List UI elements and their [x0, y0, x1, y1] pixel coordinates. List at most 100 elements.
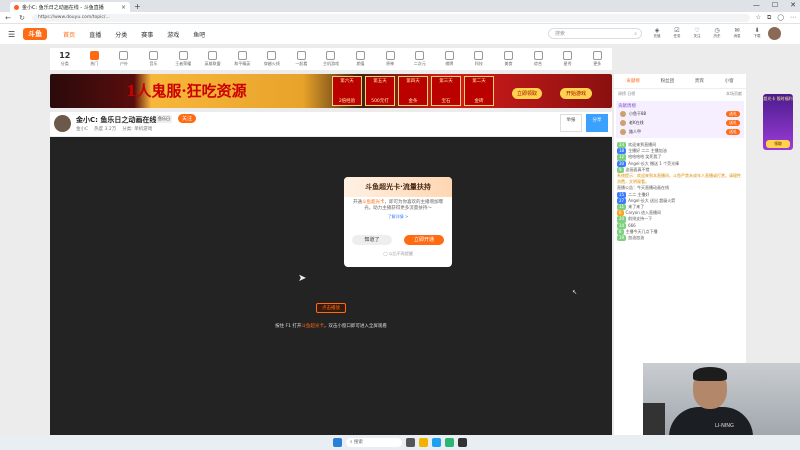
search-input[interactable]: 搜索 ⌕ — [548, 28, 642, 39]
tab-mini[interactable]: 小窗 — [725, 78, 734, 84]
chat-text: 加油加油 — [628, 235, 645, 241]
video-player[interactable]: 斗鱼超光卡·流量扶持 开通斗鱼超光卡，即可为你喜欢的主播增加曝光，助力主播获得更… — [50, 137, 612, 435]
more-icon[interactable]: ⋯ — [790, 14, 796, 22]
task-icon[interactable]: ☑ 任务 — [670, 27, 684, 39]
category-item[interactable]: 穿越火线 — [257, 51, 287, 67]
close-tab-icon[interactable]: × — [121, 4, 126, 11]
category-label: 颜值 — [356, 61, 365, 66]
category-item[interactable]: 主机游戏 — [316, 51, 346, 67]
back-icon[interactable]: ← — [4, 14, 12, 22]
header-icon-label: 充值 — [653, 34, 661, 38]
category-item[interactable]: 星秀 — [553, 51, 583, 67]
rank-period[interactable]: 周榜 日榜 — [618, 91, 635, 97]
share-button[interactable]: 分享 — [586, 114, 608, 132]
category-item[interactable]: 一起看 — [287, 51, 317, 67]
rank-name[interactable]: 小鱼干88 — [629, 111, 646, 117]
maximize-icon[interactable]: ☐ — [772, 1, 778, 9]
rank-gift-button[interactable]: 送礼 — [726, 119, 740, 126]
reload-icon[interactable]: ↻ — [18, 14, 26, 22]
menu-icon[interactable]: ☰ — [8, 30, 15, 39]
category-item[interactable]: 音乐 — [139, 51, 169, 67]
streamer-avatar[interactable] — [54, 115, 71, 132]
chat-level-badge: 20 — [617, 216, 627, 223]
dialog-confirm-button[interactable]: 立即开通 — [404, 235, 444, 245]
follow-button[interactable]: 关注 — [178, 114, 197, 123]
history-icon[interactable]: ◷ 历史 — [710, 27, 724, 39]
star-icon[interactable]: ☆ — [756, 14, 761, 22]
category-item[interactable]: 颜值 — [346, 51, 376, 67]
message-icon[interactable]: ✉ 消息 — [730, 27, 744, 39]
play-button[interactable]: 点击播放 — [316, 303, 346, 313]
follow-icon[interactable]: ♡ 关注 — [690, 27, 704, 39]
category-item[interactable]: 原神 — [375, 51, 405, 67]
taskbar-search[interactable]: ⌕ 搜索 — [346, 438, 402, 447]
nav-item[interactable]: 直播 — [89, 30, 101, 39]
extensions-icon[interactable]: ⧉ — [767, 14, 771, 22]
chrome-icon[interactable] — [445, 438, 454, 447]
category-item[interactable]: 科技 — [464, 51, 494, 67]
category-item[interactable]: 更多 — [582, 51, 612, 67]
task-view-icon[interactable] — [406, 438, 415, 447]
category-label: 主机游戏 — [322, 61, 339, 66]
browser-tab[interactable]: 金小C: 鱼乐日之动画在线 - 斗鱼直播 × — [10, 2, 130, 12]
file-explorer-icon[interactable] — [419, 438, 428, 447]
nav-item[interactable]: 赛事 — [141, 30, 153, 39]
windows-start-icon[interactable] — [333, 438, 342, 447]
category-count[interactable]: 12 分类 — [50, 51, 80, 67]
chat-level-badge: 12 — [617, 154, 627, 161]
url-input[interactable]: https://www.douyu.com/topic/... — [32, 13, 750, 22]
category-item[interactable]: 英雄联盟 — [198, 51, 228, 67]
banner-ad[interactable]: 1人鬼服·狂吃资源 第六天 2倍经验 第五天 500元打 第四天 金条 第三天 宝石 第… — [50, 74, 612, 108]
dialog-checkbox-label: 以后不再提醒 — [388, 251, 413, 256]
download-icon[interactable]: ⬇ 下载 — [750, 27, 764, 39]
site-logo[interactable]: 斗鱼 — [23, 28, 48, 40]
tab-fans[interactable]: 粉丝团 — [661, 78, 675, 84]
floating-ad-button[interactable]: 领取 — [766, 140, 790, 148]
profile-icon[interactable]: ◯ — [777, 14, 784, 22]
dialog-checkbox[interactable]: ◯ 以后不再提醒 — [344, 251, 452, 257]
rank-name[interactable]: 老K在线 — [629, 120, 644, 126]
streamer-name[interactable]: 金小C — [76, 126, 88, 132]
rank-gift-button[interactable]: 送礼 — [726, 110, 740, 117]
search-icon[interactable]: ⌕ — [634, 29, 637, 39]
user-avatar[interactable] — [768, 27, 781, 40]
rank-gift-button[interactable]: 送礼 — [726, 128, 740, 135]
nav-item[interactable]: 游戏 — [167, 30, 179, 39]
category-item[interactable]: 户外 — [109, 51, 139, 67]
rank-name[interactable]: 路人甲 — [629, 129, 641, 135]
minimize-icon[interactable]: — — [753, 1, 760, 9]
category-item[interactable]: 和平精英 — [227, 51, 257, 67]
watch-icon — [296, 51, 306, 60]
banner-claim-button[interactable]: 立即领取 — [512, 88, 543, 99]
category-label: 音乐 — [149, 61, 158, 66]
category-item[interactable]: 热门 — [80, 51, 110, 67]
reward-day: 第四天 — [406, 79, 420, 84]
room-tag: 鱼乐日 — [156, 115, 172, 123]
close-window-icon[interactable]: ✕ — [790, 1, 796, 9]
app-icon[interactable] — [458, 438, 467, 447]
category-item[interactable]: 王者荣耀 — [168, 51, 198, 67]
new-tab-button[interactable]: + — [134, 2, 141, 11]
edge-icon[interactable] — [432, 438, 441, 447]
tab-contribution[interactable]: 贡献榜 — [626, 78, 640, 84]
nav-item[interactable]: 首页 — [63, 30, 75, 39]
category-item[interactable]: 综合 — [523, 51, 553, 67]
recharge-icon[interactable]: ◈ 充值 — [650, 27, 664, 39]
dialog-cancel-button[interactable]: 知道了 — [352, 235, 392, 245]
banner-play-button[interactable]: 开始游戏 — [560, 88, 593, 99]
tab-vip[interactable]: 贵宾 — [695, 78, 704, 84]
chat-text: 系统提示：欢迎来到本直播间，斗鱼严禁未成年人直播或打赏，请理性消费，文明观看。 — [617, 173, 741, 185]
room-category[interactable]: 分类: 单机游戏 — [122, 126, 152, 132]
report-button[interactable]: 举报 — [560, 114, 582, 132]
tip-prefix: 按住 F1 打开 — [275, 324, 302, 329]
category-item[interactable]: 美食 — [494, 51, 524, 67]
category-item[interactable]: 二次元 — [405, 51, 435, 67]
game-icon — [267, 51, 277, 60]
nav-item[interactable]: 分类 — [115, 30, 127, 39]
dialog-detail-link[interactable]: 了解详情 > — [350, 214, 446, 220]
floating-ad[interactable]: 超光卡 限时福利 领取 — [763, 94, 793, 150]
nav-item[interactable]: 鱼吧 — [193, 30, 205, 39]
category-item[interactable]: 棋牌 — [435, 51, 465, 67]
rank-scope[interactable]: 本场贡献 — [726, 91, 742, 97]
header-icon-label: 任务 — [673, 34, 681, 38]
